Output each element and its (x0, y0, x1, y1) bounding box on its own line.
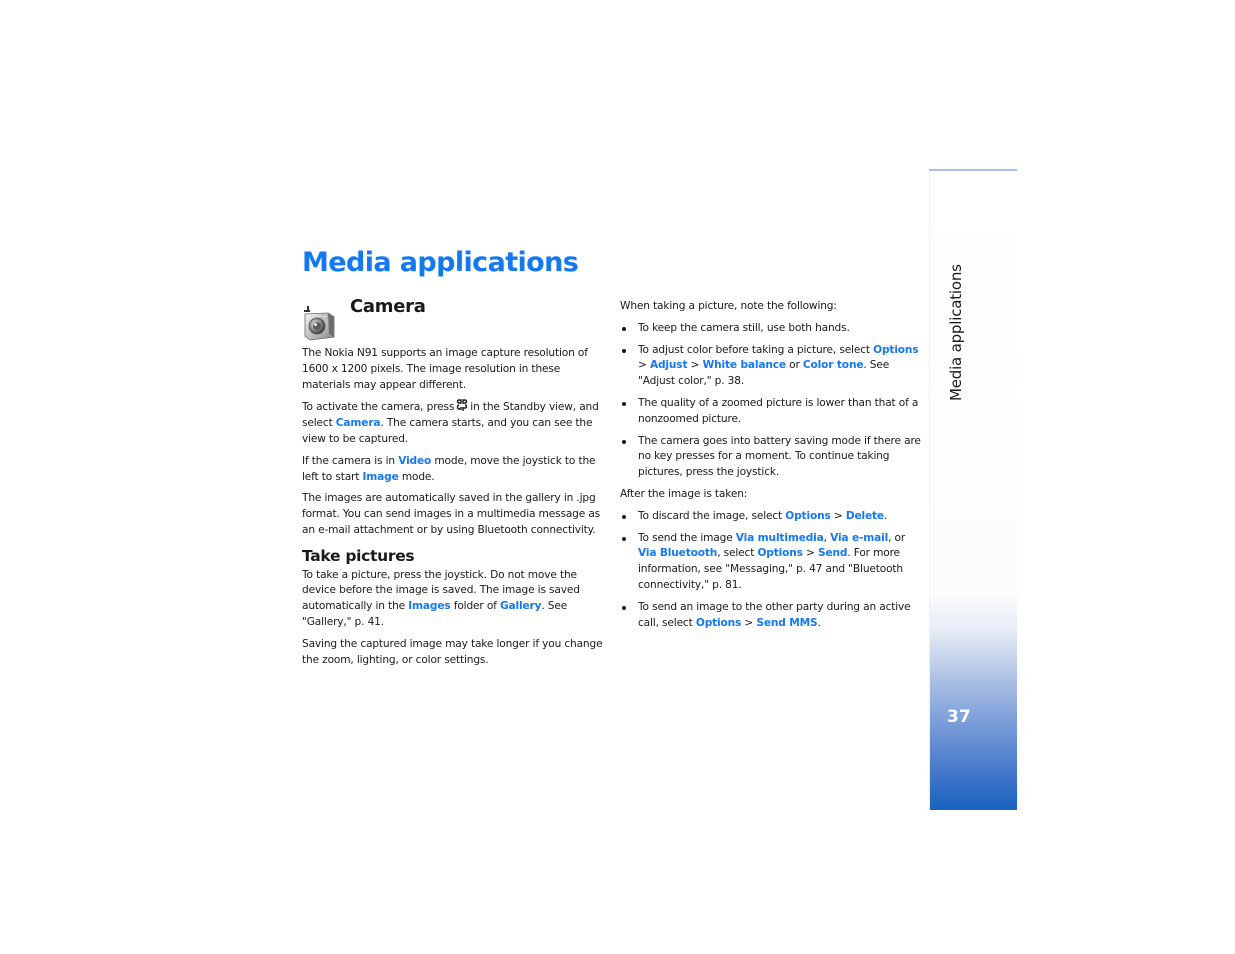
paragraph-activate-camera: To activate the camera, press in the Stan… (302, 399, 599, 445)
link-send-mms[interactable]: Send MMS (756, 617, 817, 629)
page-title: Media applications (302, 247, 579, 278)
subsection-title-take-pictures: Take pictures (302, 546, 415, 565)
link-color-tone[interactable]: Color tone (803, 359, 864, 371)
chapter-side-tab: Media applications 37 (929, 169, 1017, 810)
link-image[interactable]: Image (362, 471, 398, 483)
side-tab-edge (929, 171, 930, 810)
link-options[interactable]: Options (873, 344, 919, 356)
link-camera[interactable]: Camera (336, 417, 381, 429)
list-item: The quality of a zoomed picture is lower… (620, 396, 922, 428)
link-via-bluetooth[interactable]: Via Bluetooth (638, 547, 717, 559)
right-column: When taking a picture, note the followin… (620, 299, 922, 637)
paragraph-resolution: The Nokia N91 supports an image capture … (302, 347, 588, 391)
list-item: To adjust color before taking a picture,… (620, 343, 922, 390)
list-item: The camera goes into battery saving mode… (620, 434, 922, 481)
paragraph-video-mode: If the camera is in Video mode, move the… (302, 454, 596, 483)
link-options[interactable]: Options (696, 617, 742, 629)
link-via-multimedia[interactable]: Via multimedia (736, 532, 824, 544)
link-options[interactable]: Options (785, 510, 831, 522)
intro-after-taken: After the image is taken: (620, 487, 748, 500)
paragraph-take-picture: To take a picture, press the joystick. D… (302, 568, 580, 628)
menu-key-icon (457, 399, 468, 412)
intro-taking-picture: When taking a picture, note the followin… (620, 300, 837, 312)
camera-icon (304, 306, 335, 341)
link-gallery[interactable]: Gallery (500, 600, 542, 612)
link-options[interactable]: Options (757, 547, 803, 559)
link-via-email[interactable]: Via e-mail (830, 532, 888, 544)
left-column: Camera The Nokia N91 supports an image c… (302, 298, 604, 674)
section-title-camera: Camera (350, 296, 426, 317)
link-delete[interactable]: Delete (846, 510, 884, 522)
list-item: To discard the image, select Options > D… (620, 509, 922, 525)
link-send[interactable]: Send (818, 547, 847, 559)
link-images[interactable]: Images (408, 600, 450, 612)
list-item: To send an image to the other party duri… (620, 600, 922, 632)
after-list: To discard the image, select Options > D… (620, 509, 922, 632)
link-white-balance[interactable]: White balance (703, 359, 787, 371)
list-item: To send the image Via multimedia, Via e-… (620, 531, 922, 594)
link-video[interactable]: Video (398, 455, 431, 467)
page-number: 37 (947, 707, 971, 727)
link-adjust[interactable]: Adjust (650, 359, 688, 371)
list-item: To keep the camera still, use both hands… (620, 321, 922, 337)
chapter-label: Media applications (947, 264, 965, 401)
tips-list: To keep the camera still, use both hands… (620, 321, 922, 481)
paragraph-auto-save: The images are automatically saved in th… (302, 492, 601, 536)
camera-section-header: Camera (302, 298, 604, 344)
paragraph-saving-time: Saving the captured image may take longe… (302, 637, 603, 666)
